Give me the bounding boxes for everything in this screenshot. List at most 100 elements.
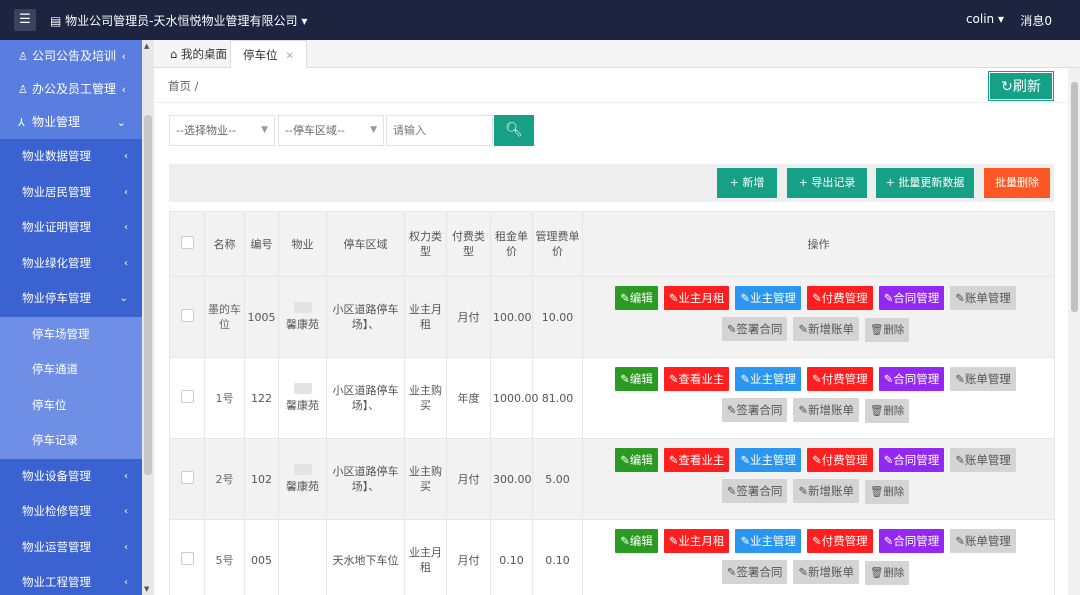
sidebar-item-certificates[interactable]: 物业证明管理 ‹: [0, 210, 142, 246]
sidebar-item-equipment[interactable]: 物业设备管理 ‹: [0, 458, 142, 494]
sidebar-item-label: 物业运营管理: [22, 539, 91, 554]
edit-button[interactable]: ✎编辑: [615, 447, 658, 472]
caret-down-icon: ▼: [370, 125, 377, 135]
delete-button[interactable]: 🗑︎删除: [864, 479, 910, 504]
select-all-checkbox[interactable]: [180, 235, 194, 249]
sidebar-item-label: 物业居民管理: [22, 184, 91, 199]
row-checkbox[interactable]: [180, 551, 194, 565]
contract-manage-button[interactable]: ✎合同管理: [878, 528, 945, 553]
payment-manage-button[interactable]: ✎付费管理: [807, 447, 873, 472]
sidebar-item-property-data[interactable]: 物业数据管理 ‹: [0, 139, 142, 175]
sidebar-item-maintenance[interactable]: 物业检修管理 ‹: [0, 494, 142, 530]
search-button[interactable]: 🔍︎: [494, 115, 534, 146]
sign-contract-button[interactable]: ✎签署合同: [721, 397, 788, 422]
edit-button[interactable]: ✎编辑: [615, 285, 658, 310]
contract-manage-button[interactable]: ✎合同管理: [878, 285, 945, 310]
delete-button[interactable]: 🗑︎删除: [864, 398, 910, 423]
sidebar-item-operations[interactable]: 物业运营管理 ‹: [0, 529, 142, 565]
breadcrumb[interactable]: 首页 /: [168, 78, 199, 94]
search-input[interactable]: 请输入: [386, 115, 493, 146]
bill-manage-button[interactable]: ✎账单管理: [950, 285, 1016, 310]
main-scrollbar-thumb[interactable]: [1071, 82, 1078, 312]
add-button[interactable]: + 新增: [717, 168, 777, 198]
contract-manage-button[interactable]: ✎合同管理: [878, 447, 945, 472]
owner-manage-button[interactable]: ✎业主管理: [735, 285, 801, 310]
owner-manage-button[interactable]: ✎业主管理: [735, 447, 801, 472]
trash-icon: 🗑︎: [869, 485, 884, 498]
top-bar: ☰ ▤ 物业公司管理员-天水恒悦物业管理有限公司 ▾ colin ▾ 消息0: [0, 0, 1080, 40]
sidebar-item-parking-lots[interactable]: 停车场管理: [0, 316, 142, 352]
sign-contract-button[interactable]: ✎签署合同: [721, 559, 788, 584]
action-toolbar: + 新增 + 导出记录 + 批量更新数据 批量删除: [169, 164, 1054, 202]
sidebar-item-greening[interactable]: 物业绿化管理 ‹: [0, 245, 142, 281]
close-icon[interactable]: ✕: [286, 51, 294, 62]
row-checkbox[interactable]: [180, 389, 194, 403]
chevron-left-icon: ‹: [124, 222, 128, 233]
main-scrollbar[interactable]: [1068, 68, 1080, 595]
payment-manage-button[interactable]: ✎付费管理: [807, 285, 873, 310]
messages-link[interactable]: 消息0: [1020, 12, 1052, 29]
owner-manage-button[interactable]: ✎业主管理: [735, 528, 801, 553]
sidebar-item-announcements[interactable]: ♙ 公司公告及培训 ‹: [0, 40, 142, 73]
edit-button[interactable]: ✎编辑: [615, 528, 658, 553]
column-header: 权力类型: [404, 211, 447, 277]
add-bill-button[interactable]: ✎新增账单: [793, 397, 859, 422]
bill-manage-button[interactable]: ✎账单管理: [950, 447, 1016, 472]
menu-toggle-button[interactable]: ☰: [14, 9, 36, 31]
column-header: 编号: [244, 211, 279, 277]
owner-manage-button[interactable]: ✎业主管理: [735, 366, 801, 391]
batch-update-button[interactable]: + 批量更新数据: [876, 168, 974, 198]
view-owner-button[interactable]: ✎查看业主: [663, 447, 730, 472]
edit-button[interactable]: ✎编辑: [615, 366, 658, 391]
tab-home[interactable]: ⌂ 我的桌面: [160, 40, 237, 68]
bill-manage-button[interactable]: ✎账单管理: [950, 528, 1016, 553]
sidebar-item-parking-records[interactable]: 停车记录: [0, 423, 142, 459]
cell-fee: 81.00: [532, 357, 583, 439]
sidebar-item-parking-spaces[interactable]: 停车位: [0, 387, 142, 423]
row-checkbox[interactable]: [180, 470, 194, 484]
refresh-button[interactable]: ↻刷新: [989, 72, 1053, 100]
scroll-up-arrow-icon[interactable]: ▲: [144, 42, 149, 50]
user-menu[interactable]: colin ▾: [966, 12, 1004, 26]
cell-operations: ✎编辑 ✎查看业主 ✎业主管理 ✎付费管理 ✎合同管理 ✎账单管理 ✎签署合同 ✎新增账单 🗑…: [582, 438, 1055, 520]
divider: [154, 102, 1068, 103]
view-owner-button[interactable]: ✎查看业主: [663, 366, 730, 391]
column-header: 操作: [582, 211, 1055, 277]
parking-area-select[interactable]: --停车区域-- ▼: [278, 115, 384, 146]
trash-icon: 🗑︎: [869, 566, 884, 579]
sidebar-scrollbar[interactable]: ▲ ▼: [142, 40, 154, 595]
cell-pay-type: 月付: [446, 438, 491, 520]
property-select[interactable]: --选择物业-- ▼: [169, 115, 275, 146]
cell-right-type: 业主月租: [404, 276, 447, 358]
row-checkbox[interactable]: [180, 308, 194, 322]
tab-parking-space[interactable]: 停车位 ✕: [230, 40, 307, 68]
sidebar-item-office[interactable]: ♙ 办公及员工管理 ‹: [0, 73, 142, 106]
sidebar-item-parking[interactable]: 物业停车管理 ⌄: [0, 281, 142, 317]
caret-down-icon: ▼: [261, 125, 268, 135]
owner-rent-button[interactable]: ✎业主月租: [663, 528, 730, 553]
add-bill-button[interactable]: ✎新增账单: [793, 478, 859, 503]
sidebar-item-engineering[interactable]: 物业工程管理 ‹: [0, 565, 142, 595]
payment-manage-button[interactable]: ✎付费管理: [807, 366, 873, 391]
contract-manage-button[interactable]: ✎合同管理: [878, 366, 945, 391]
sidebar-item-parking-channels[interactable]: 停车通道: [0, 352, 142, 388]
delete-button[interactable]: 🗑︎删除: [864, 317, 910, 342]
sidebar-item-residents[interactable]: 物业居民管理 ‹: [0, 174, 142, 210]
delete-button[interactable]: 🗑︎删除: [864, 560, 910, 585]
add-bill-button[interactable]: ✎新增账单: [793, 316, 859, 341]
owner-rent-button[interactable]: ✎业主月租: [663, 285, 730, 310]
bill-manage-button[interactable]: ✎账单管理: [950, 366, 1016, 391]
export-records-button[interactable]: + 导出记录: [787, 168, 867, 198]
app-title[interactable]: ▤ 物业公司管理员-天水恒悦物业管理有限公司 ▾: [50, 12, 307, 29]
sidebar-scrollbar-thumb[interactable]: [144, 115, 152, 475]
sidebar-item-property[interactable]: ⅄ 物业管理 ⌄: [0, 106, 142, 139]
sign-contract-button[interactable]: ✎签署合同: [721, 478, 788, 503]
cell-pay-type: 月付: [446, 519, 491, 595]
payment-manage-button[interactable]: ✎付费管理: [807, 528, 873, 553]
sidebar-item-label: 物业绿化管理: [22, 255, 91, 270]
add-bill-button[interactable]: ✎新增账单: [793, 559, 859, 584]
select-all-cell: [169, 211, 205, 277]
sign-contract-button[interactable]: ✎签署合同: [721, 316, 788, 341]
batch-delete-button[interactable]: 批量删除: [984, 168, 1050, 198]
scroll-down-arrow-icon[interactable]: ▼: [144, 585, 149, 593]
